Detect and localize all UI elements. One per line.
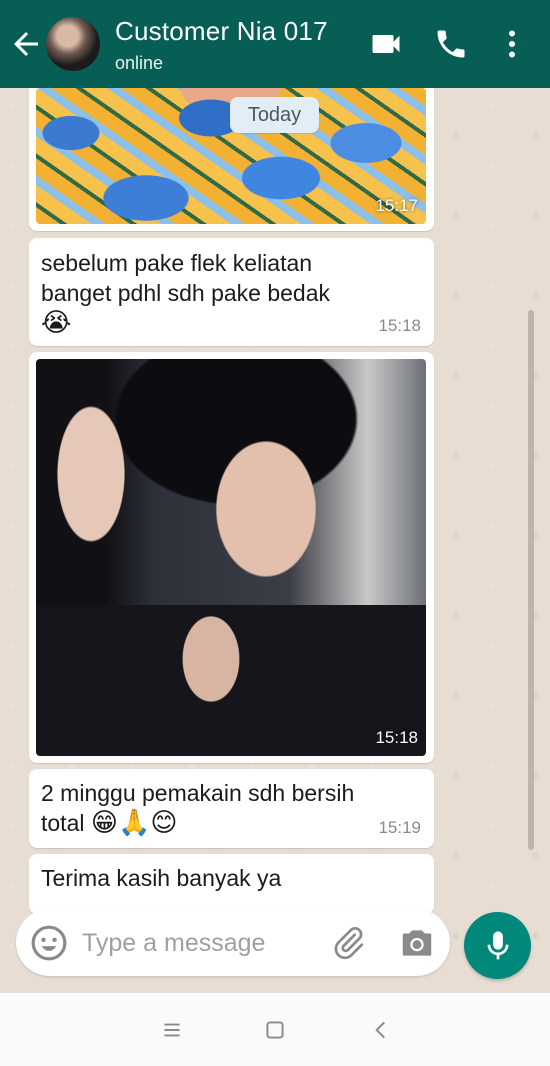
phone-icon[interactable] [433,26,469,62]
system-navigation-bar [0,992,550,1066]
chat-area[interactable]: 15:17 Today sebelum pake flek keliatan b… [0,88,550,992]
avatar[interactable] [46,17,100,71]
message-text: Terima kasih banyak ya [41,863,371,893]
scrollbar[interactable] [528,310,534,850]
text-message[interactable]: 2 minggu pemakain sdh bersih total 😁🙏😊 1… [29,769,434,848]
message-body: sebelum pake flek keliatan banget pdhl s… [41,250,331,306]
smiley-icon[interactable] [30,924,68,962]
message-text: sebelum pake flek keliatan banget pdhl s… [41,248,371,338]
arrow-back-icon[interactable] [8,26,44,62]
mic-button[interactable] [464,912,531,979]
recent-apps-icon[interactable] [159,1017,185,1043]
message-text: 2 minggu pemakain sdh bersih total 😁🙏😊 [41,778,371,838]
message-composer [16,909,450,976]
photo[interactable]: 15:18 [36,359,426,756]
nav-back-icon[interactable] [368,1017,394,1043]
message-body: 2 minggu pemakain sdh bersih total [41,780,355,836]
crying-emoji: 😭 [41,308,72,338]
message-time: 15:18 [378,316,421,335]
more-vert-icon[interactable] [494,26,530,62]
text-message[interactable]: Terima kasih banyak ya [29,854,434,914]
contact-name[interactable]: Customer Nia 017 [115,16,328,47]
message-time: 15:18 [375,728,418,747]
paperclip-icon[interactable] [330,925,366,961]
mic-icon [487,931,509,960]
date-chip: Today [230,97,319,133]
image-message[interactable]: 15:18 [29,352,434,763]
contact-status: online [115,53,164,73]
message-input[interactable] [82,921,322,965]
video-camera-icon[interactable] [368,26,404,62]
text-message[interactable]: sebelum pake flek keliatan banget pdhl s… [29,238,434,346]
message-body: Terima kasih banyak ya [41,865,282,891]
home-icon[interactable] [262,1017,288,1043]
message-time: 15:17 [375,196,418,215]
message-time: 15:19 [378,818,421,837]
camera-icon[interactable] [398,924,436,962]
chat-header: Customer Nia 017 online [0,0,550,88]
emoji-group: 😁🙏😊 [90,808,178,838]
